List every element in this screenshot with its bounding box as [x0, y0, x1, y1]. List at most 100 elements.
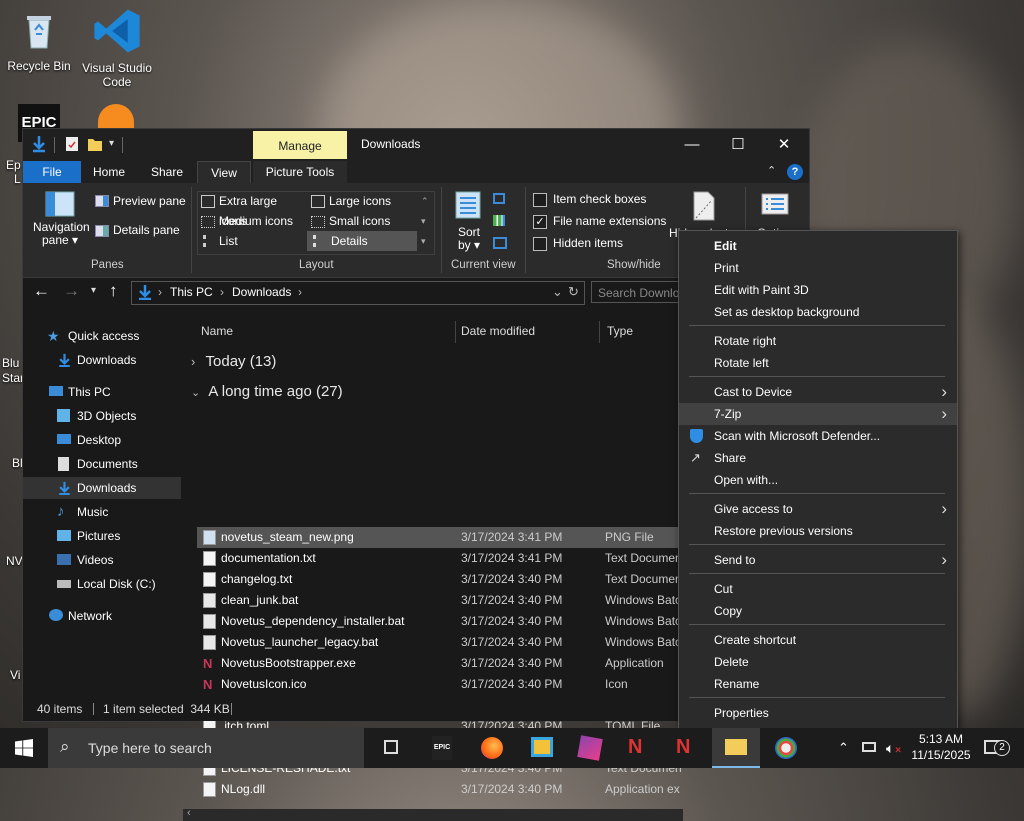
tab-share[interactable]: Share — [139, 161, 195, 183]
layout-extra-large-icons[interactable]: Extra large icons — [199, 191, 305, 228]
preview-pane-button[interactable]: Preview pane — [113, 194, 186, 208]
table-row[interactable]: NLog.dll 3/17/2024 3:40 PM Application ex — [197, 779, 809, 800]
nav-downloads[interactable]: Downloads — [23, 477, 181, 499]
nav-documents[interactable]: Documents — [23, 453, 181, 475]
new-folder-icon[interactable] — [87, 135, 103, 153]
novetus-taskbar-icon[interactable]: N — [662, 728, 710, 768]
customize-quick-access-icon[interactable]: ▾ — [109, 138, 114, 149]
menu-item-edit[interactable]: Edit — [679, 235, 957, 257]
column-header-type[interactable]: Type — [607, 319, 633, 343]
menu-item-create-shortcut[interactable]: Create shortcut — [679, 629, 957, 651]
nav-local-disk[interactable]: Local Disk (C:) — [23, 573, 181, 595]
back-button[interactable]: ← — [33, 281, 50, 301]
group-header-today[interactable]: › Today (13) — [191, 353, 276, 370]
navigation-pane-button[interactable]: Navigation pane ▾ — [33, 221, 90, 247]
nav-pictures[interactable]: Pictures — [23, 525, 181, 547]
layout-list[interactable]: List — [199, 231, 305, 251]
app-taskbar-icon[interactable] — [518, 728, 566, 768]
nav-music[interactable]: ♪ Music — [23, 501, 181, 523]
properties-icon[interactable] — [65, 135, 79, 153]
navigation-pane-icon[interactable] — [45, 191, 75, 217]
menu-item-rotate-left[interactable]: Rotate left — [679, 352, 957, 374]
layout-large-icons[interactable]: Large icons — [309, 191, 419, 211]
taskbar-search[interactable]: ⌕ Type here to search — [48, 728, 364, 768]
add-columns-icon[interactable] — [493, 215, 505, 226]
network-tray-icon[interactable] — [862, 728, 876, 768]
up-button[interactable]: ↑ — [109, 281, 118, 301]
menu-item-restore-previous-versions[interactable]: Restore previous versions — [679, 520, 957, 542]
windows-start-icon[interactable] — [15, 739, 33, 757]
menu-item-copy[interactable]: Copy — [679, 600, 957, 622]
file-name-extensions-checkbox[interactable]: ✓ — [533, 215, 547, 229]
app-taskbar-icon[interactable] — [566, 728, 614, 768]
maximize-button[interactable]: ☐ — [715, 129, 761, 161]
menu-item-cast-to-device[interactable]: Cast to Device › — [679, 381, 957, 403]
menu-item-edit-with-paint-3d[interactable]: Edit with Paint 3D — [679, 279, 957, 301]
epic-games-taskbar-icon[interactable]: EPIC — [418, 728, 466, 768]
tab-view[interactable]: View — [197, 161, 251, 184]
paint-taskbar-icon[interactable] — [762, 728, 810, 768]
menu-item-give-access-to[interactable]: Give access to › — [679, 498, 957, 520]
nav-desktop[interactable]: Desktop — [23, 429, 181, 451]
nav-3d-objects[interactable]: 3D Objects — [23, 405, 181, 427]
download-arrow-icon[interactable] — [31, 135, 47, 153]
nav-network[interactable]: Network — [23, 605, 181, 627]
menu-item-share[interactable]: ↗ Share — [679, 447, 957, 469]
hidden-items-checkbox[interactable] — [533, 237, 547, 251]
file-explorer-taskbar-icon[interactable] — [712, 728, 760, 768]
menu-item-delete[interactable]: Delete — [679, 651, 957, 673]
firefox-desktop-icon[interactable] — [98, 104, 134, 128]
nav-videos[interactable]: Videos — [23, 549, 181, 571]
tab-file[interactable]: File — [23, 161, 81, 183]
column-header-name[interactable]: Name — [201, 319, 233, 343]
show-hidden-icons[interactable]: ⌃ — [838, 728, 849, 768]
novetus-taskbar-icon[interactable]: N — [614, 728, 662, 768]
nav-quick-downloads[interactable]: Downloads — [23, 349, 181, 371]
volume-muted-icon[interactable]: 🔈︎✕ — [886, 728, 902, 768]
nav-this-pc[interactable]: This PC — [23, 381, 181, 403]
layout-details[interactable]: Details — [307, 231, 417, 251]
close-button[interactable]: ✕ — [761, 129, 807, 161]
size-columns-icon[interactable] — [493, 237, 507, 249]
minimize-button[interactable]: — — [669, 129, 715, 161]
layout-medium-icons[interactable]: Medium icons — [199, 211, 305, 231]
layout-small-icons[interactable]: Small icons — [309, 211, 419, 231]
menu-item-rotate-right[interactable]: Rotate right — [679, 330, 957, 352]
menu-item-7-zip[interactable]: 7-Zip › — [679, 403, 957, 425]
layout-scroll-icon[interactable]: ⌃ ▾ ▾ — [421, 191, 429, 251]
menu-item-cut[interactable]: Cut — [679, 578, 957, 600]
sort-by-button[interactable]: Sort by ▾ — [455, 226, 483, 252]
refresh-icon[interactable]: ↻ — [568, 284, 579, 300]
menu-item-scan-with-defender[interactable]: Scan with Microsoft Defender... — [679, 425, 957, 447]
menu-item-open-with[interactable]: Open with... — [679, 469, 957, 491]
breadcrumb-this-pc[interactable]: This PC — [170, 285, 213, 299]
group-header-old[interactable]: ⌄ A long time ago (27) — [191, 383, 343, 400]
menu-item-rename[interactable]: Rename — [679, 673, 957, 695]
horizontal-scrollbar[interactable]: ‹ — [183, 807, 683, 821]
group-by-icon[interactable] — [493, 193, 505, 204]
menu-item-set-as-desktop-background[interactable]: Set as desktop background — [679, 301, 957, 323]
nav-quick-access[interactable]: ★ Quick access — [23, 325, 181, 347]
menu-item-send-to[interactable]: Send to › — [679, 549, 957, 571]
tab-picture-tools[interactable]: Picture Tools — [253, 161, 347, 183]
breadcrumb-downloads[interactable]: Downloads — [232, 285, 291, 299]
help-icon[interactable]: ? — [787, 164, 803, 180]
item-check-boxes-checkbox[interactable] — [533, 193, 547, 207]
address-bar[interactable]: › This PC › Downloads › ⌄ ↻ — [131, 281, 585, 305]
desktop-icon-vscode[interactable]: Visual Studio Code — [80, 6, 154, 89]
tab-home[interactable]: Home — [83, 161, 135, 183]
column-header-date[interactable]: Date modified — [461, 319, 535, 343]
ribbon-collapse-icon[interactable]: ⌃ — [767, 164, 776, 177]
forward-button[interactable]: → — [63, 281, 80, 301]
details-pane-button[interactable]: Details pane — [113, 223, 180, 237]
title-bar[interactable]: ▾ Manage Downloads — ☐ ✕ — [23, 129, 809, 161]
desktop-icon-recycle-bin[interactable]: Recycle Bin — [2, 10, 76, 73]
menu-item-properties[interactable]: Properties — [679, 702, 957, 724]
tab-manage[interactable]: Manage — [253, 131, 347, 159]
task-view-icon[interactable] — [368, 728, 416, 768]
menu-item-print[interactable]: Print — [679, 257, 957, 279]
firefox-taskbar-icon[interactable] — [468, 728, 516, 768]
recent-locations-icon[interactable]: ▾ — [91, 285, 96, 296]
clock[interactable]: 5:13 AM 11/15/2025 — [908, 728, 974, 771]
address-dropdown-icon[interactable]: ⌄ — [552, 284, 563, 300]
